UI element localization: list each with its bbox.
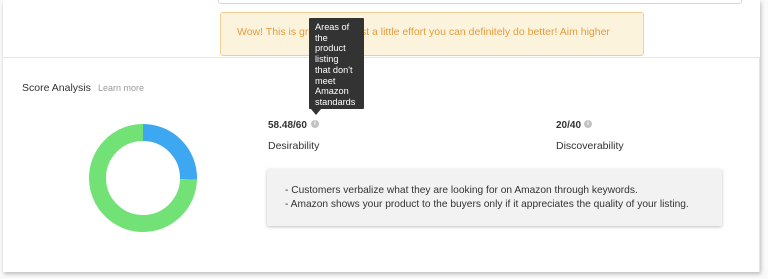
notes-box: - Customers verbalize what they are look… [267, 169, 722, 226]
score-alert: Wow! This is great! With just a little e… [220, 12, 644, 56]
top-panel-edge [218, 0, 742, 4]
desirability-label: Desirability [268, 140, 320, 152]
discoverability-label: Discoverability [556, 140, 624, 152]
learn-more-link[interactable]: Learn more [98, 83, 144, 93]
desirability-info-icon[interactable]: i [311, 120, 319, 128]
page: Wow! This is great! With just a little e… [0, 0, 768, 279]
section-title: Score Analysis [22, 82, 91, 94]
tooltip-line: Amazon [315, 86, 349, 97]
note-line: - Customers verbalize what they are look… [285, 185, 638, 196]
tooltip-line: that don't [315, 64, 353, 75]
tooltip-line: standards [315, 96, 356, 107]
discoverability-info-icon[interactable]: i [584, 120, 592, 128]
discoverability-score: 20/40 [556, 120, 582, 131]
desirability-score: 58.48/60 [268, 120, 307, 131]
tooltip-arrow [311, 109, 321, 115]
tooltip-line: Areas of [315, 22, 350, 32]
note-line: - Amazon shows your product to the buyer… [285, 198, 689, 210]
tooltip-line: product [315, 43, 346, 54]
score-donut-chart [89, 124, 197, 232]
tooltip-line: the [315, 32, 328, 43]
tooltip-line: listing [315, 54, 339, 65]
tooltip-line: meet [315, 75, 336, 86]
tooltip: Areas of the product listing that don't … [309, 18, 364, 109]
